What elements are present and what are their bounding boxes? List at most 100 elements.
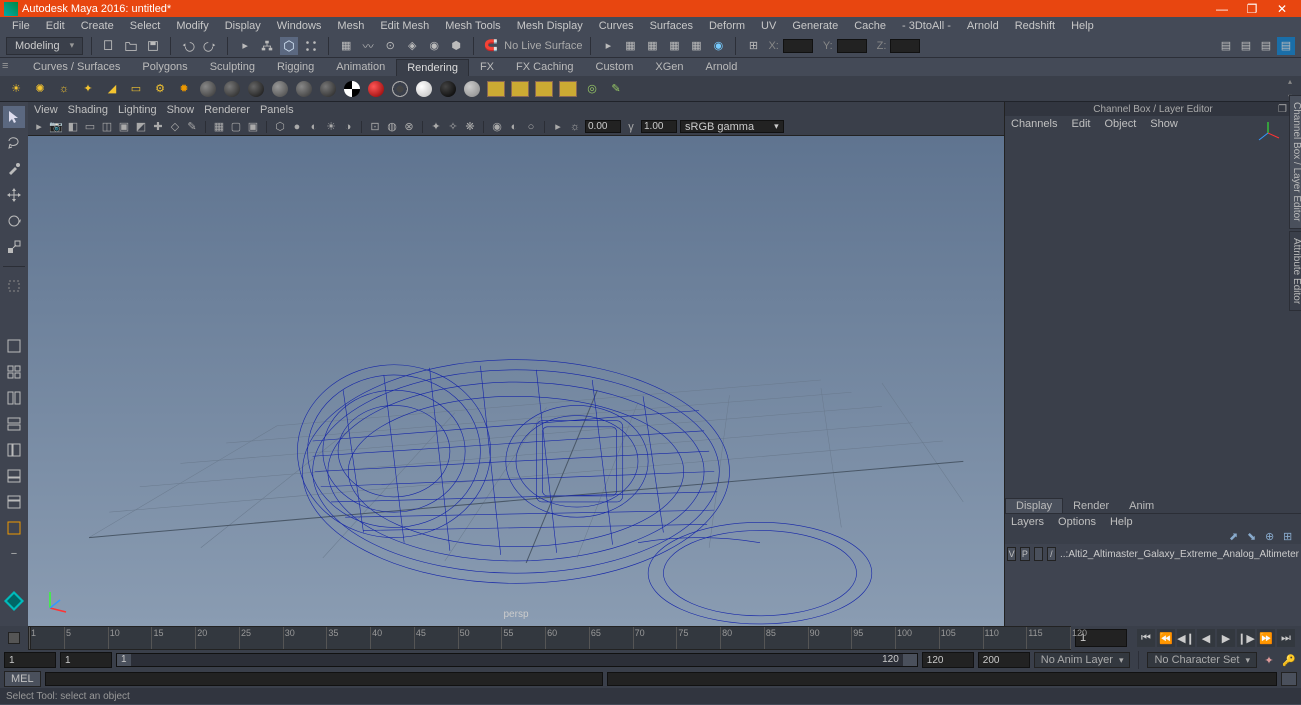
shelf-render-icon[interactable]: ⚙ [150, 79, 170, 99]
xyz-toggle-icon[interactable]: ⊞ [744, 37, 762, 55]
shelf-black[interactable] [438, 79, 458, 99]
two-pane-v-icon[interactable] [3, 387, 25, 409]
range-handle-right[interactable] [903, 654, 917, 666]
select-hierarchy-icon[interactable] [258, 37, 276, 55]
pt-colorspace-select[interactable]: sRGB gamma [680, 120, 784, 133]
layer-new-empty-icon[interactable]: ⊕ [1265, 530, 1277, 542]
shelf-tab-animation[interactable]: Animation [325, 58, 396, 76]
panel-menu-renderer[interactable]: Renderer [204, 104, 250, 116]
panel-minimize-icon[interactable]: ❐ [1278, 104, 1287, 115]
minimize-button[interactable]: — [1207, 2, 1237, 16]
select-tool[interactable] [3, 106, 25, 128]
pt-motion-blur[interactable]: ◐ [507, 120, 521, 134]
undo-icon[interactable] [179, 37, 197, 55]
layer-menu-layers[interactable]: Layers [1011, 516, 1044, 528]
menu-uv[interactable]: UV [753, 20, 784, 32]
z-field[interactable] [890, 39, 920, 53]
shelf-btn1[interactable] [486, 79, 506, 99]
graph-pane-icon[interactable] [3, 465, 25, 487]
move-tool[interactable] [3, 184, 25, 206]
shelf-spotlight-icon[interactable]: ◢ [102, 79, 122, 99]
menu-surfaces[interactable]: Surfaces [642, 20, 701, 32]
pt-film-pivot[interactable]: ▣ [246, 120, 260, 134]
shelf-tab-fx-caching[interactable]: FX Caching [505, 58, 584, 76]
view-cube[interactable] [1255, 120, 1281, 146]
pt-camera-icon[interactable]: 📷 [49, 120, 63, 134]
layer-menu-options[interactable]: Options [1058, 516, 1096, 528]
shelf-arealight-icon[interactable]: ▭ [126, 79, 146, 99]
snap-plane-icon[interactable]: ◈ [403, 37, 421, 55]
shelf-sphere4[interactable] [270, 79, 290, 99]
shelf-sphere3[interactable] [246, 79, 266, 99]
shelf-tab-arnold[interactable]: Arnold [695, 58, 749, 76]
pt-isolate[interactable]: ⊡ [368, 120, 382, 134]
cmd-input[interactable] [45, 672, 604, 686]
layer-move-down-icon[interactable]: ⬊ [1247, 530, 1259, 542]
shelf-btn2[interactable] [510, 79, 530, 99]
maximize-button[interactable]: ❐ [1237, 2, 1267, 16]
menu-mesh-tools[interactable]: Mesh Tools [437, 20, 508, 32]
shelf-ring[interactable] [390, 79, 410, 99]
pt-grid[interactable]: ▦ [212, 120, 226, 134]
pt-shadows[interactable]: ◑ [341, 120, 355, 134]
sidetab-channelbox[interactable]: Channel Box / Layer Editor [1289, 95, 1301, 229]
pt-ao[interactable]: ◉ [490, 120, 504, 134]
layer-move-up-icon[interactable]: ⬈ [1229, 530, 1241, 542]
channel-box-icon[interactable]: ▤ [1277, 37, 1295, 55]
close-button[interactable]: ✕ [1267, 2, 1297, 16]
layer-tab-display[interactable]: Display [1005, 498, 1063, 513]
last-tool[interactable] [3, 275, 25, 297]
menu-modify[interactable]: Modify [168, 20, 216, 32]
layer-type-cell[interactable] [1034, 547, 1043, 561]
snap-surface-icon[interactable]: ◉ [425, 37, 443, 55]
maya-home-icon[interactable] [3, 590, 25, 615]
snap-curve-icon[interactable]: 〰 [359, 37, 377, 55]
shelf-btn4[interactable] [558, 79, 578, 99]
rotate-tool[interactable] [3, 210, 25, 232]
play-fwd[interactable]: ▶ [1217, 629, 1235, 647]
save-scene-icon[interactable] [144, 37, 162, 55]
redo-icon[interactable] [201, 37, 219, 55]
shelf-tab-sculpting[interactable]: Sculpting [199, 58, 266, 76]
menu-file[interactable]: File [4, 20, 38, 32]
menu-cache[interactable]: Cache [846, 20, 894, 32]
pt-smooth[interactable]: ● [290, 120, 304, 134]
step-fwd-key[interactable]: ⏩ [1257, 629, 1275, 647]
pt-light2[interactable]: ✧ [446, 120, 460, 134]
menu-edit-mesh[interactable]: Edit Mesh [372, 20, 437, 32]
channel-menu-object[interactable]: Object [1104, 118, 1136, 130]
anim-end-field[interactable]: 200 [978, 652, 1030, 668]
shelf-tab-curves-surfaces[interactable]: Curves / Surfaces [22, 58, 131, 76]
single-pane-icon[interactable] [3, 335, 25, 357]
pt-resolution-gate[interactable]: ▣ [117, 120, 131, 134]
pt-multisample[interactable]: ○ [524, 120, 538, 134]
menu-display[interactable]: Display [217, 20, 269, 32]
panel-menu-lighting[interactable]: Lighting [118, 104, 157, 116]
layer-row[interactable]: V P / ..:Alti2_Altimaster_Galaxy_Extreme… [1007, 546, 1299, 562]
menu-windows[interactable]: Windows [269, 20, 330, 32]
ipr-render-icon[interactable]: ▦ [643, 37, 661, 55]
menu-deform[interactable]: Deform [701, 20, 753, 32]
shelf-tab-fx[interactable]: FX [469, 58, 505, 76]
step-back[interactable]: ◀❙ [1177, 629, 1195, 647]
pt-gamma-field[interactable]: 1.00 [641, 120, 677, 133]
render-settings-icon[interactable]: ▦ [665, 37, 683, 55]
pt-textured[interactable]: ◐ [307, 120, 321, 134]
menu--dtoall-[interactable]: - 3DtoAll - [894, 20, 959, 32]
shelf-light-icon[interactable]: ☀ [6, 79, 26, 99]
pt-film-gate[interactable]: ◫ [100, 120, 114, 134]
play-back[interactable]: ◀ [1197, 629, 1215, 647]
panel-menu-panels[interactable]: Panels [260, 104, 294, 116]
pt-safe-title[interactable]: ✎ [185, 120, 199, 134]
channel-menu-show[interactable]: Show [1150, 118, 1178, 130]
workspace-selector[interactable]: Modeling [6, 37, 83, 55]
custom-pane-icon[interactable] [3, 517, 25, 539]
sidetab-attribute-editor[interactable]: Attribute Editor [1289, 231, 1301, 311]
lasso-tool[interactable] [3, 132, 25, 154]
new-scene-icon[interactable] [100, 37, 118, 55]
shelf-tab-polygons[interactable]: Polygons [131, 58, 198, 76]
range-slider[interactable]: 1 120 [116, 653, 918, 667]
modeling-toolkit-icon[interactable]: ▤ [1217, 37, 1235, 55]
pt-exposure-icon[interactable]: ☼ [568, 120, 582, 134]
shelf-ipr-icon[interactable]: ✹ [174, 79, 194, 99]
